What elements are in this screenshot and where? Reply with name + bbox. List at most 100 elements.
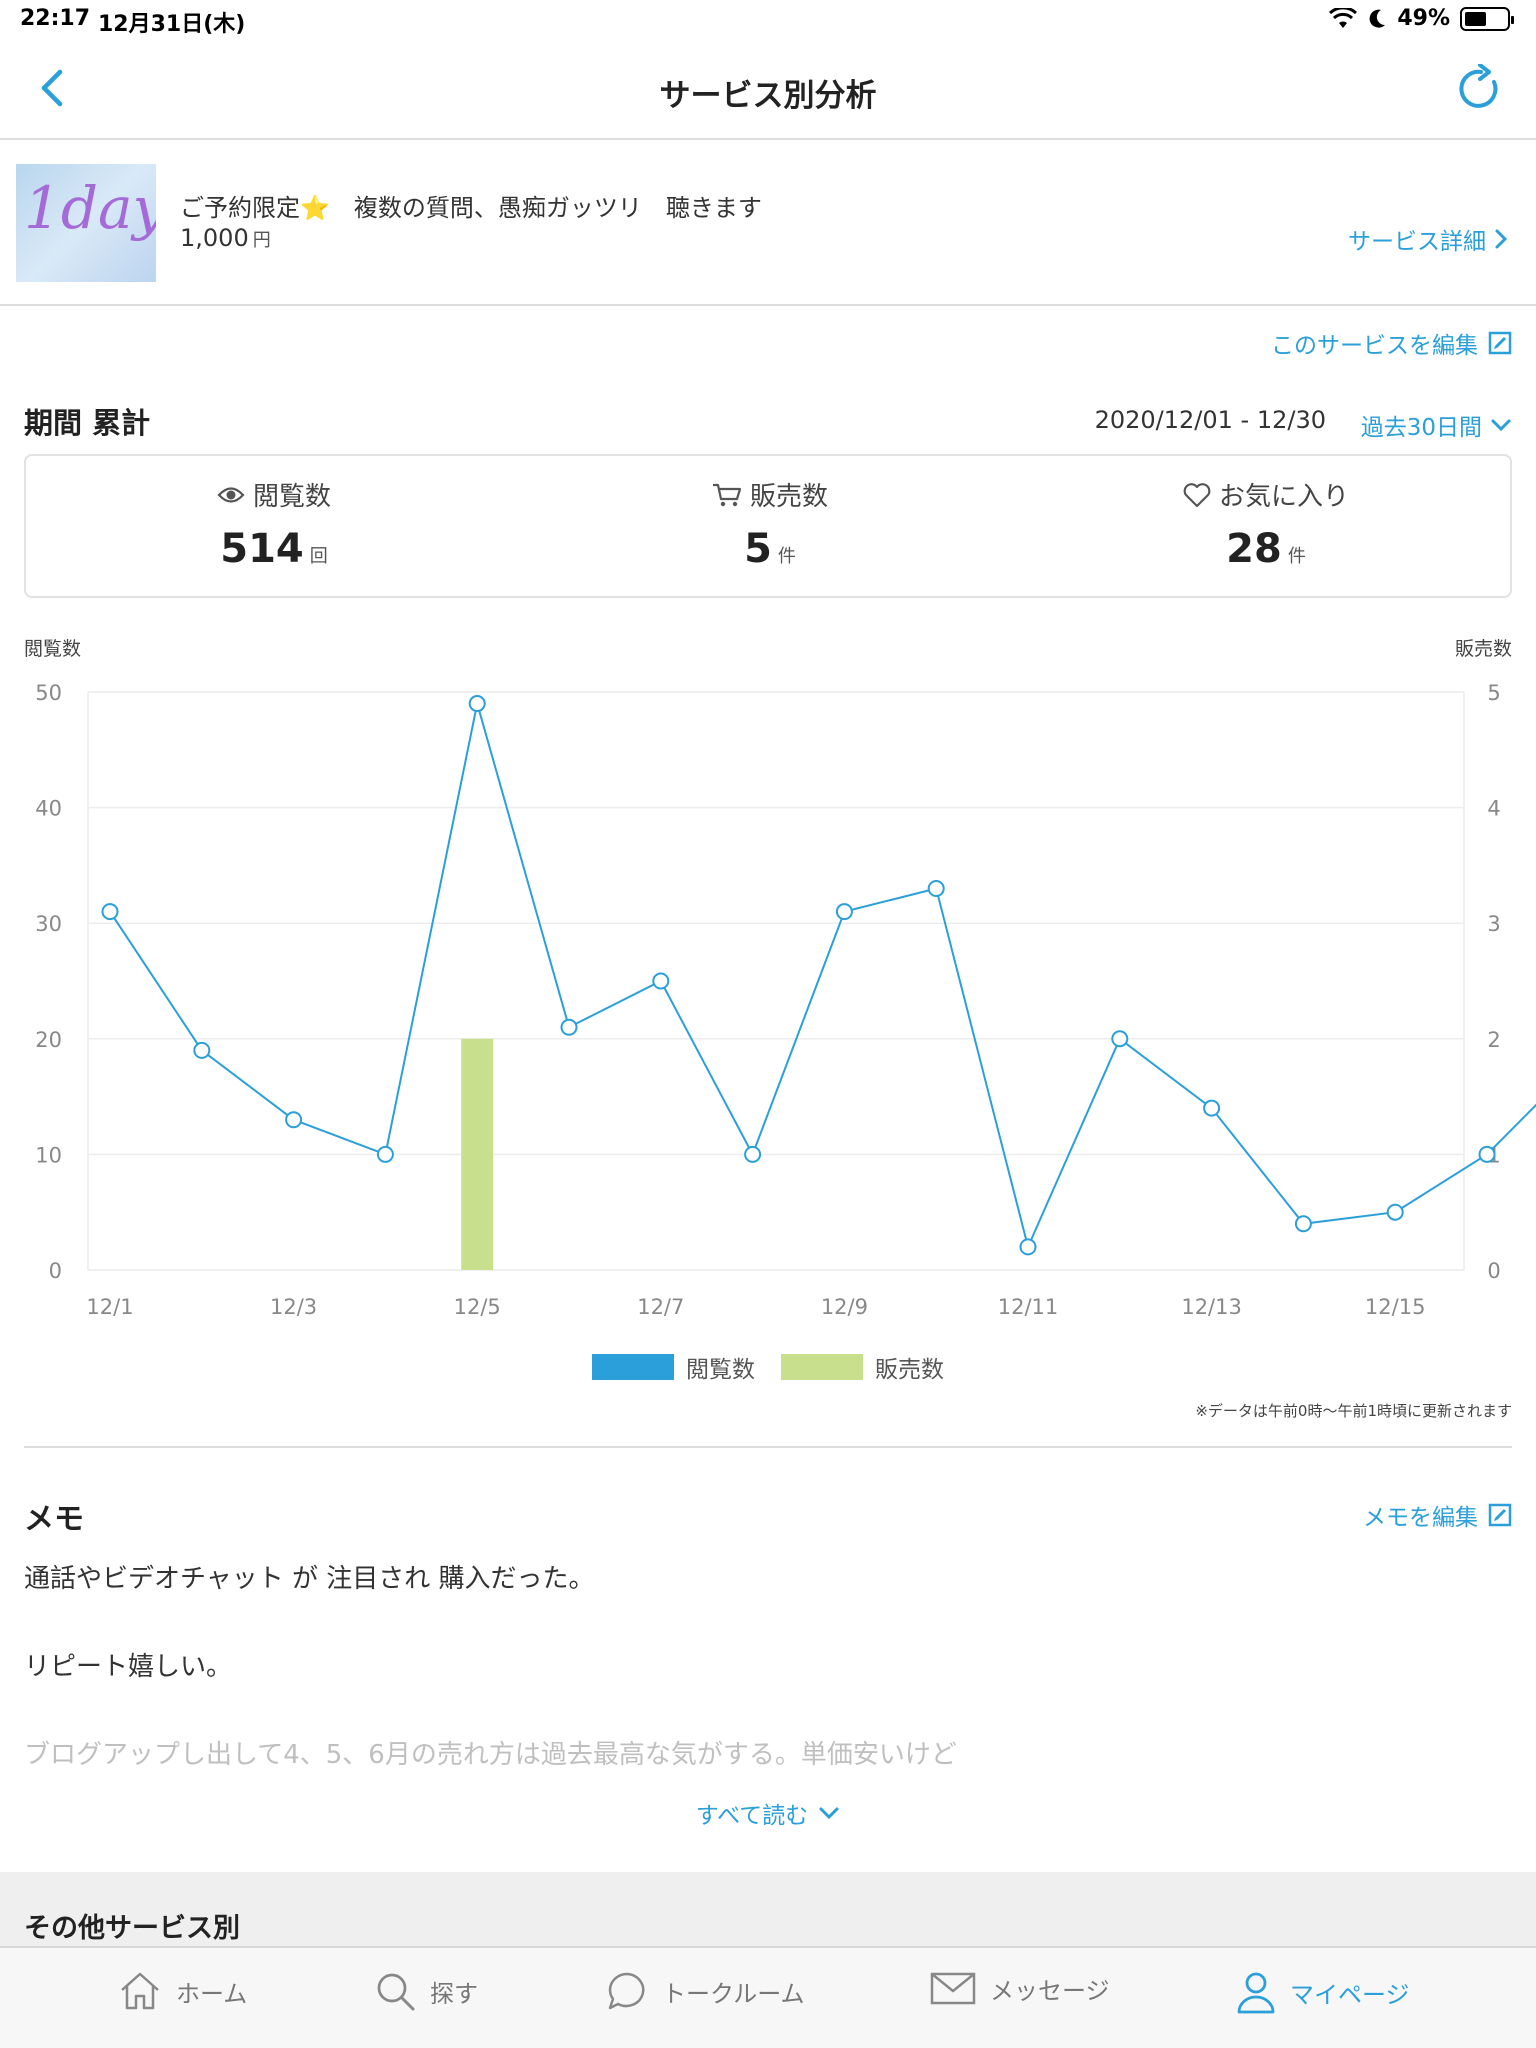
views-point — [376, 1145, 394, 1163]
period-label: 期間 累計 — [24, 406, 151, 440]
y-left-tick-label: 50 — [35, 681, 62, 705]
x-tick-label: 12/1 — [86, 1295, 133, 1319]
chart-legend: 閲覧数 販売数 — [0, 1350, 1536, 1384]
y-left-tick-label: 10 — [35, 1143, 62, 1167]
y-right-tick-label: 4 — [1487, 797, 1500, 821]
legend-views-swatch — [592, 1354, 674, 1380]
date-range: 2020/12/01 - 12/30 — [1094, 406, 1326, 434]
views-point — [193, 1041, 211, 1059]
y-right-tick-label: 3 — [1487, 912, 1500, 936]
heart-icon — [1183, 482, 1211, 507]
edit-memo-label: メモを編集 — [1363, 1505, 1478, 1531]
edit-icon — [1488, 1503, 1512, 1527]
status-bar: 22:17 12月31日(木) 49% — [0, 0, 1536, 40]
x-tick-label: 12/9 — [821, 1295, 868, 1319]
battery-percent: 49% — [1397, 6, 1450, 31]
edit-memo-link[interactable]: メモを編集 — [1363, 1498, 1512, 1532]
thumbnail-text: 1day — [24, 174, 156, 242]
y-left-tick-label: 0 — [49, 1259, 62, 1283]
stat-views-unit: 回 — [309, 546, 328, 567]
mail-icon — [930, 1972, 976, 2005]
eye-icon — [217, 486, 245, 503]
range-selector-label: 過去30日間 — [1360, 415, 1482, 441]
views-point — [1019, 1238, 1037, 1256]
price-value: 1,000 — [180, 224, 249, 252]
x-tick-label: 12/7 — [637, 1295, 684, 1319]
stat-sales-unit: 件 — [777, 546, 796, 567]
stat-sales-value: 5 — [744, 526, 772, 572]
views-line — [109, 703, 1536, 1250]
y-left-tick-label: 20 — [35, 1028, 62, 1052]
tab-talkroom[interactable]: トークルーム — [606, 1970, 805, 2012]
service-detail-link[interactable]: サービス詳細 — [1348, 222, 1508, 256]
views-point — [927, 880, 945, 898]
views-point — [744, 1145, 762, 1163]
x-tick-label: 12/5 — [454, 1295, 501, 1319]
service-thumbnail: 1day — [16, 164, 156, 282]
other-services-title: その他サービス別 — [24, 1913, 240, 1944]
tab-mypage[interactable]: マイページ — [1236, 1970, 1410, 2014]
edit-service-label: このサービスを編集 — [1271, 333, 1478, 359]
tab-message[interactable]: メッセージ — [930, 1970, 1110, 2006]
stat-sales: 販売数 5件 — [522, 456, 1018, 596]
refresh-icon[interactable] — [1456, 64, 1506, 114]
memo-text-line-faded: ブログアップし出して4、5、6月の売れ方は過去最高な気がする。単価安いけど — [24, 1740, 957, 1770]
y-left-tick-label: 40 — [35, 797, 62, 821]
x-tick-label: 12/11 — [998, 1295, 1059, 1319]
memo-title: メモ — [24, 1502, 84, 1537]
stat-favorites-value: 28 — [1226, 526, 1282, 572]
views-point — [1386, 1203, 1404, 1221]
memo-text-line: リピート嬉しい。 — [24, 1652, 233, 1682]
speech-bubble-icon — [608, 1972, 645, 2010]
sales-bar — [461, 1038, 494, 1270]
tab-search[interactable]: 探す — [374, 1970, 478, 2012]
tab-message-label: メッセージ — [990, 1976, 1110, 2005]
legend-sales: 販売数 — [781, 1350, 944, 1384]
analytics-chart: 5054043032021010012/112/312/512/712/912/… — [35, 681, 1536, 1319]
views-point — [1294, 1215, 1312, 1233]
stat-favorites-unit: 件 — [1287, 546, 1306, 567]
stats-summary: 閲覧数 514 回 販売数 5件 お気に入り 28 件 — [24, 454, 1512, 598]
tab-bar: ホーム 探す トークルーム メッセージ マイページ — [0, 1946, 1536, 2048]
stat-favorites: お気に入り 28 件 — [1018, 456, 1514, 596]
price-unit: 円 — [252, 230, 271, 251]
y-right-tick-label: 0 — [1487, 1259, 1500, 1283]
stat-views-value: 514 — [220, 526, 304, 572]
views-point — [101, 903, 119, 921]
tab-talkroom-label: トークルーム — [662, 1979, 805, 2008]
update-note: ※データは午前0時〜午前1時頃に更新されます — [1195, 1402, 1512, 1420]
read-all-button[interactable]: すべて読む — [0, 1796, 1536, 1830]
stat-views-label: 閲覧数 — [252, 482, 331, 512]
status-indicators: 49% — [1329, 6, 1514, 31]
chevron-down-icon — [1491, 419, 1511, 432]
edit-icon — [1488, 331, 1512, 355]
user-icon — [1237, 1972, 1275, 2014]
x-tick-label: 12/13 — [1181, 1295, 1242, 1319]
wifi-icon — [1329, 7, 1358, 28]
moon-icon — [1369, 9, 1386, 28]
chart-left-axis-title: 閲覧数 — [24, 638, 82, 660]
navigation-bar: サービス別分析 — [0, 40, 1536, 140]
service-summary[interactable]: 1day ご予約限定⭐️ 複数の質問、愚痴ガッツリ 聴きます 1,000 円 サー… — [0, 142, 1536, 306]
page-title: サービス別分析 — [659, 78, 877, 114]
tab-search-label: 探す — [430, 1979, 478, 2008]
search-icon — [377, 1973, 415, 2011]
edit-service-link[interactable]: このサービスを編集 — [1271, 326, 1512, 360]
views-point — [468, 695, 486, 713]
home-icon — [121, 1972, 159, 2010]
views-point — [652, 972, 670, 990]
views-point — [835, 903, 853, 921]
service-title: ご予約限定⭐️ 複数の質問、愚痴ガッツリ 聴きます — [180, 194, 762, 222]
legend-sales-swatch — [781, 1354, 863, 1380]
tab-home[interactable]: ホーム — [118, 1970, 247, 2012]
range-selector[interactable]: 過去30日間 — [1361, 408, 1512, 442]
views-point — [560, 1018, 578, 1036]
status-time: 22:17 — [20, 6, 91, 31]
views-point — [1111, 1030, 1129, 1048]
chart-right-axis-title: 販売数 — [1454, 638, 1512, 660]
battery-icon — [1460, 6, 1514, 31]
views-point — [1203, 1099, 1221, 1117]
memo-text-line: 通話やビデオチャット が 注目され 購入だった。 — [24, 1564, 595, 1594]
tab-mypage-label: マイページ — [1290, 1980, 1410, 2009]
other-services-section: その他サービス別 — [0, 1872, 1536, 1952]
